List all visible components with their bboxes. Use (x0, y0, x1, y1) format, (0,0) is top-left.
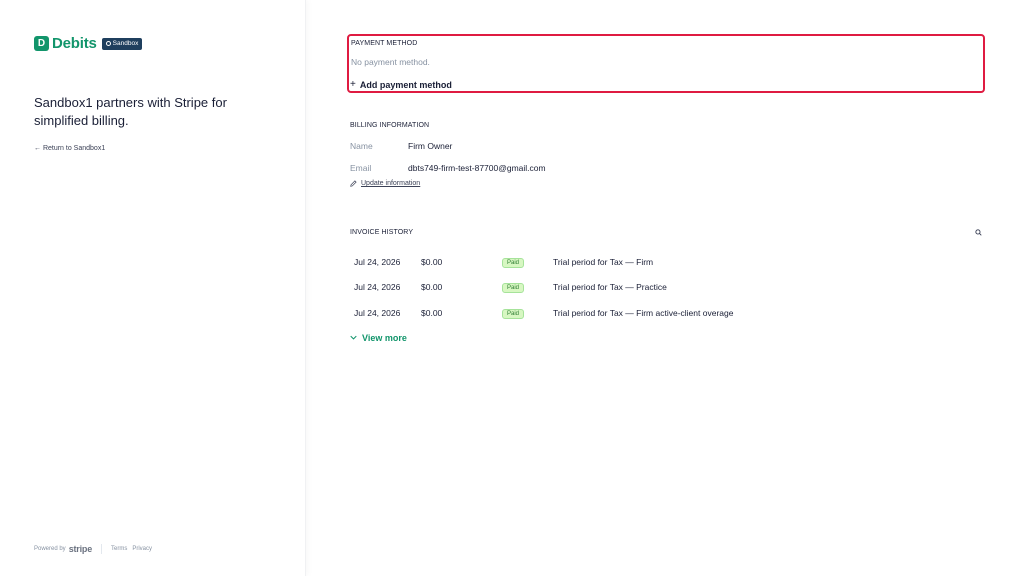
name-label: Name (350, 141, 373, 151)
update-information-link[interactable]: Update information (350, 180, 990, 187)
left-panel: D Debits Sandbox Sandbox1 partners with … (0, 0, 306, 576)
invoice-status: Paid (502, 307, 553, 319)
name-value: Firm Owner (408, 141, 453, 151)
invoice-description: Trial period for Tax — Firm (553, 256, 654, 267)
paid-badge: Paid (502, 283, 525, 294)
brand-name: Debits (52, 35, 97, 52)
invoice-row[interactable]: Jul 24, 2026 $0.00 Paid Trial period for… (350, 275, 984, 301)
search-icon (974, 228, 982, 236)
invoice-history-header: INVOICE HISTORY (350, 226, 984, 238)
billing-email-row: Email dbts749-firm-test-87700@gmail.com (350, 157, 990, 179)
billing-information: BILLING INFORMATION Name Firm Owner Emai… (350, 122, 990, 187)
no-payment-method-text: No payment method. (351, 57, 430, 67)
invoice-table: Jul 24, 2026 $0.00 Paid Trial period for… (350, 249, 984, 326)
brand: D Debits Sandbox (34, 35, 143, 52)
invoice-description: Trial period for Tax — Practice (553, 282, 667, 293)
email-label: Email (350, 163, 372, 173)
pencil-icon (350, 180, 357, 187)
invoice-status: Paid (502, 281, 553, 294)
powered-by-label: Powered by (34, 546, 66, 552)
invoice-date: Jul 24, 2026 (354, 256, 401, 267)
billing-title: BILLING INFORMATION (350, 122, 430, 129)
invoice-history: INVOICE HISTORY Jul 24, 2026 $0.00 Paid … (350, 226, 984, 343)
invoice-row[interactable]: Jul 24, 2026 $0.00 Paid Trial period for… (350, 249, 984, 275)
main-panel: PAYMENT METHOD No payment method. + Add … (306, 0, 1024, 576)
update-information-label: Update information (361, 180, 421, 187)
invoice-search-button[interactable] (972, 226, 984, 238)
plus-icon: + (350, 79, 356, 90)
invoice-amount: $0.00 (421, 256, 443, 267)
sandbox-icon (105, 41, 111, 46)
invoice-status: Paid (502, 256, 553, 268)
powered-by: Powered by stripe (34, 544, 92, 554)
debits-logo-icon: D (34, 36, 49, 51)
payment-method-card: PAYMENT METHOD No payment method. + Add … (347, 34, 985, 93)
payment-method-title: PAYMENT METHOD (351, 40, 418, 47)
view-more-label: View more (362, 332, 407, 343)
stripe-logo[interactable]: stripe (69, 544, 93, 554)
paid-badge: Paid (502, 257, 525, 268)
terms-link[interactable]: Terms (111, 546, 127, 552)
sandbox-badge: Sandbox (101, 37, 143, 50)
logo-glyph: D (37, 38, 46, 49)
paid-badge: Paid (502, 308, 525, 319)
email-value: dbts749-firm-test-87700@gmail.com (408, 163, 546, 173)
invoice-amount: $0.00 (421, 282, 443, 293)
add-payment-method-button[interactable]: + Add payment method (350, 79, 452, 90)
footer-divider (101, 544, 102, 554)
footer: Powered by stripe Terms Privacy (34, 544, 157, 554)
tagline: Sandbox1 partners with Stripe for simpli… (34, 95, 227, 128)
billing-name-row: Name Firm Owner (350, 135, 990, 157)
invoice-date: Jul 24, 2026 (354, 307, 401, 318)
view-more-button[interactable]: View more (350, 333, 984, 343)
return-link[interactable]: ← Return to Sandbox1 (34, 145, 105, 152)
privacy-link[interactable]: Privacy (132, 546, 152, 552)
invoice-description: Trial period for Tax — Firm active-clien… (553, 307, 734, 318)
add-payment-method-label: Add payment method (359, 79, 452, 90)
sandbox-badge-label: Sandbox (112, 40, 139, 47)
invoice-history-title: INVOICE HISTORY (350, 228, 414, 236)
invoice-amount: $0.00 (421, 307, 443, 318)
invoice-row[interactable]: Jul 24, 2026 $0.00 Paid Trial period for… (350, 300, 984, 326)
chevron-down-icon (350, 335, 357, 340)
invoice-date: Jul 24, 2026 (354, 282, 401, 293)
